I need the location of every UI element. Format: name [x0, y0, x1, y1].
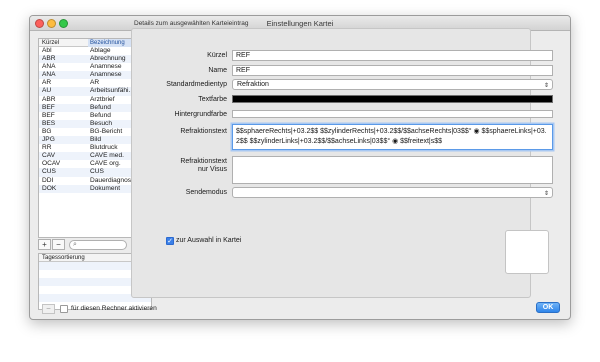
zur-auswahl-label: zur Auswahl in Kartei [176, 237, 242, 244]
list-item-kuerzel: ANA [42, 71, 56, 79]
list-item[interactable]: RR Blutdruck [39, 144, 145, 152]
list-item-kuerzel: ABR [42, 95, 56, 103]
list-item-kuerzel: AR [42, 79, 52, 87]
hintergrundfarbe-label: Hintergrundfarbe [174, 111, 227, 118]
list-item-kuerzel: Abl [42, 47, 52, 54]
window-title: Einstellungen Kartei [266, 19, 334, 28]
list-item[interactable]: BES Besuch [39, 119, 145, 128]
kuerzel-label: Kürzel [207, 52, 227, 59]
textfarbe-label: Textfarbe [198, 96, 227, 103]
name-label: Name [208, 67, 227, 74]
standardmedientyp-value: Refraktion [237, 81, 269, 88]
standardmedientyp-label: Standardmedientyp [166, 81, 227, 88]
list-item-kuerzel: DOK [42, 184, 57, 192]
activate-for-computer-checkbox[interactable] [60, 305, 68, 313]
refraktionstext-label: Refraktionstext [180, 128, 227, 135]
list-item-kuerzel: DDI [42, 176, 54, 184]
refraktionstext-visus-label-line1: Refraktionstext [180, 158, 227, 165]
list-item-kuerzel: RR [42, 144, 52, 152]
zur-auswahl-checkbox[interactable]: ✓ [166, 237, 174, 245]
remove-tagessortierung-button[interactable]: − [42, 304, 55, 314]
details-group-label: Details zum ausgewählten Karteieintrag [134, 20, 249, 27]
list-item-kuerzel: BEF [42, 103, 55, 111]
list-item-kuerzel: CAV [42, 152, 56, 160]
refraktionstext-field[interactable]: $$sphaereRechts|+03.2$$ $$zylinderRechts… [232, 124, 553, 150]
list-item-kuerzel: OCAV [42, 160, 61, 168]
preview-box [505, 230, 549, 274]
refraktionstext-visus-label-line2: nur Visus [197, 166, 227, 173]
kuerzel-field[interactable]: REF [232, 50, 553, 61]
refraktionstext-visus-field[interactable] [232, 156, 553, 184]
list-item-kuerzel: BES [42, 119, 56, 127]
list-item-kuerzel: BG [42, 127, 52, 135]
remove-entry-button[interactable]: − [52, 239, 65, 250]
list-item-kuerzel: ANA [42, 63, 56, 71]
sendemodus-select[interactable]: ⇕ [232, 187, 553, 198]
chevron-updown-icon: ⇕ [543, 191, 549, 197]
list-item-kuerzel: CUS [42, 168, 56, 176]
sendemodus-label: Sendemodus [185, 189, 227, 196]
add-entry-button[interactable]: + [38, 239, 51, 250]
list-item[interactable]: JPG Bild [39, 136, 145, 145]
column-header-kuerzel[interactable]: Kürzel [42, 40, 59, 46]
chevron-updown-icon: ⇕ [543, 83, 549, 89]
ok-button[interactable]: OK [536, 302, 560, 313]
name-field[interactable]: REF [232, 65, 553, 76]
list-item-kuerzel: ABR [42, 55, 56, 63]
hintergrundfarbe-color-well[interactable] [232, 110, 553, 118]
search-icon: ⌕ [73, 241, 77, 248]
textfarbe-color-well[interactable] [232, 95, 553, 103]
list-item-kuerzel: JPG [42, 136, 55, 144]
standardmedientyp-select[interactable]: Refraktion ⇕ [232, 79, 553, 90]
list-item-kuerzel: AU [42, 87, 52, 95]
list-item-kuerzel: BEF [42, 111, 55, 119]
list-search-field[interactable]: ⌕ [69, 240, 127, 250]
list-item[interactable]: DDI Dauerdiagnose [39, 177, 145, 185]
activate-for-computer-label: für diesen Rechner aktivieren [71, 305, 157, 312]
list-header: Kürzel Bezeichnung [39, 39, 145, 47]
